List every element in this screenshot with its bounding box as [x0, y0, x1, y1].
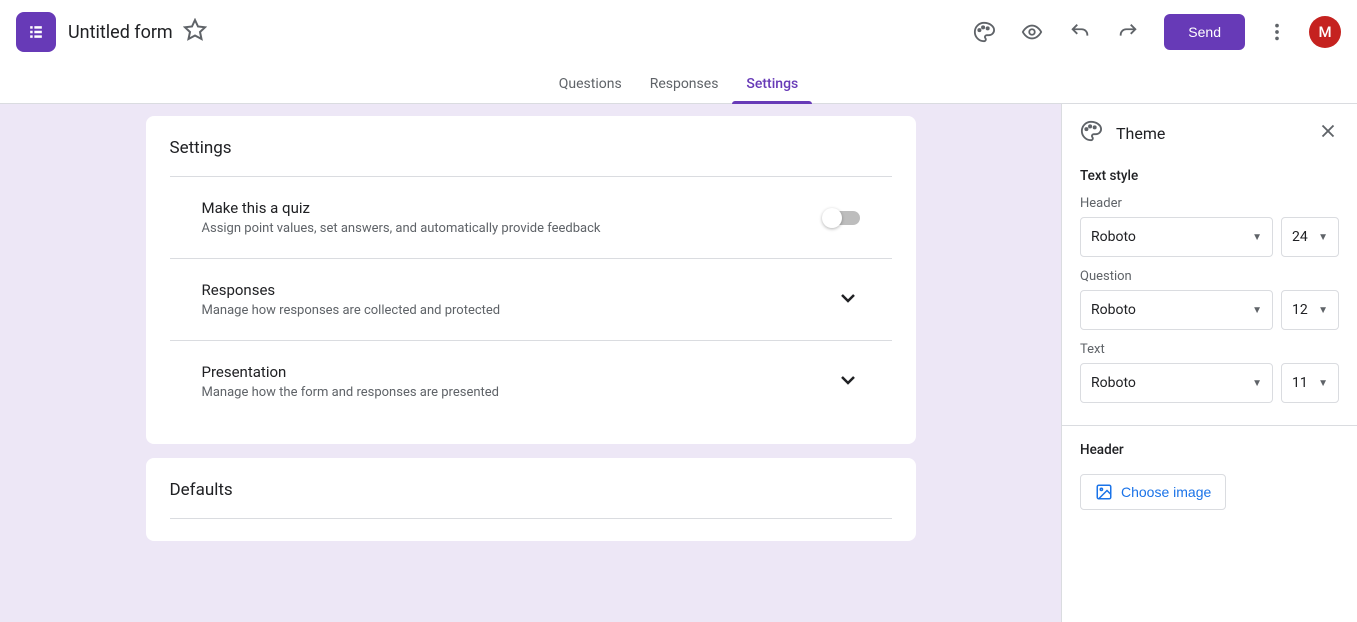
defaults-card: Defaults [146, 458, 916, 541]
tab-bar: Questions Responses Settings [0, 64, 1357, 104]
defaults-heading: Defaults [170, 480, 892, 519]
dropdown-arrow-icon: ▼ [1252, 305, 1262, 316]
text-size-select[interactable]: 11 ▼ [1281, 363, 1339, 403]
palette-icon[interactable] [964, 12, 1004, 52]
dropdown-arrow-icon: ▼ [1318, 305, 1328, 316]
settings-heading: Settings [170, 138, 892, 177]
choose-image-label: Choose image [1121, 484, 1211, 500]
text-font-value: Roboto [1091, 375, 1136, 391]
image-icon [1095, 483, 1113, 501]
dropdown-arrow-icon: ▼ [1318, 232, 1328, 243]
quiz-desc: Assign point values, set answers, and au… [202, 221, 824, 236]
forms-logo[interactable] [16, 12, 56, 52]
quiz-title: Make this a quiz [202, 199, 824, 217]
header-size-value: 24 [1292, 229, 1308, 245]
form-title[interactable]: Untitled form [68, 22, 173, 43]
text-font-select[interactable]: Roboto ▼ [1080, 363, 1273, 403]
send-button[interactable]: Send [1164, 14, 1245, 50]
settings-canvas: Settings Make this a quiz Assign point v… [0, 104, 1061, 622]
app-header: Untitled form Send M [0, 0, 1357, 64]
presentation-title: Presentation [202, 363, 836, 381]
responses-title: Responses [202, 281, 836, 299]
dropdown-arrow-icon: ▼ [1318, 378, 1328, 389]
question-font-label: Question [1080, 269, 1339, 284]
account-avatar[interactable]: M [1309, 16, 1341, 48]
quiz-toggle[interactable] [824, 211, 860, 225]
header-font-select[interactable]: Roboto ▼ [1080, 217, 1273, 257]
text-style-label: Text style [1080, 168, 1339, 184]
header-font-value: Roboto [1091, 229, 1136, 245]
setting-quiz: Make this a quiz Assign point values, se… [170, 177, 892, 259]
header-size-select[interactable]: 24 ▼ [1281, 217, 1339, 257]
question-size-value: 12 [1292, 302, 1308, 318]
choose-image-button[interactable]: Choose image [1080, 474, 1226, 510]
presentation-desc: Manage how the form and responses are pr… [202, 385, 836, 400]
text-size-value: 11 [1292, 375, 1308, 391]
undo-icon[interactable] [1060, 12, 1100, 52]
question-font-value: Roboto [1091, 302, 1136, 318]
chevron-down-icon[interactable] [836, 286, 860, 314]
chevron-down-icon[interactable] [836, 368, 860, 396]
star-icon[interactable] [183, 18, 207, 46]
redo-icon[interactable] [1108, 12, 1148, 52]
theme-panel: Theme Text style Header Roboto ▼ 24 ▼ Ques… [1061, 104, 1357, 622]
settings-card: Settings Make this a quiz Assign point v… [146, 116, 916, 444]
tab-questions[interactable]: Questions [545, 64, 636, 103]
responses-desc: Manage how responses are collected and p… [202, 303, 836, 318]
palette-icon [1080, 120, 1102, 146]
dropdown-arrow-icon: ▼ [1252, 232, 1262, 243]
question-font-select[interactable]: Roboto ▼ [1080, 290, 1273, 330]
tab-settings[interactable]: Settings [732, 64, 812, 103]
more-icon[interactable] [1257, 12, 1297, 52]
setting-presentation[interactable]: Presentation Manage how the form and res… [170, 341, 892, 422]
header-font-label: Header [1080, 196, 1339, 211]
header-section-label: Header [1080, 442, 1339, 458]
theme-title: Theme [1116, 124, 1317, 143]
question-size-select[interactable]: 12 ▼ [1281, 290, 1339, 330]
tab-responses[interactable]: Responses [636, 64, 733, 103]
dropdown-arrow-icon: ▼ [1252, 378, 1262, 389]
close-icon[interactable] [1317, 120, 1339, 146]
text-font-label: Text [1080, 342, 1339, 357]
preview-icon[interactable] [1012, 12, 1052, 52]
setting-responses[interactable]: Responses Manage how responses are colle… [170, 259, 892, 341]
